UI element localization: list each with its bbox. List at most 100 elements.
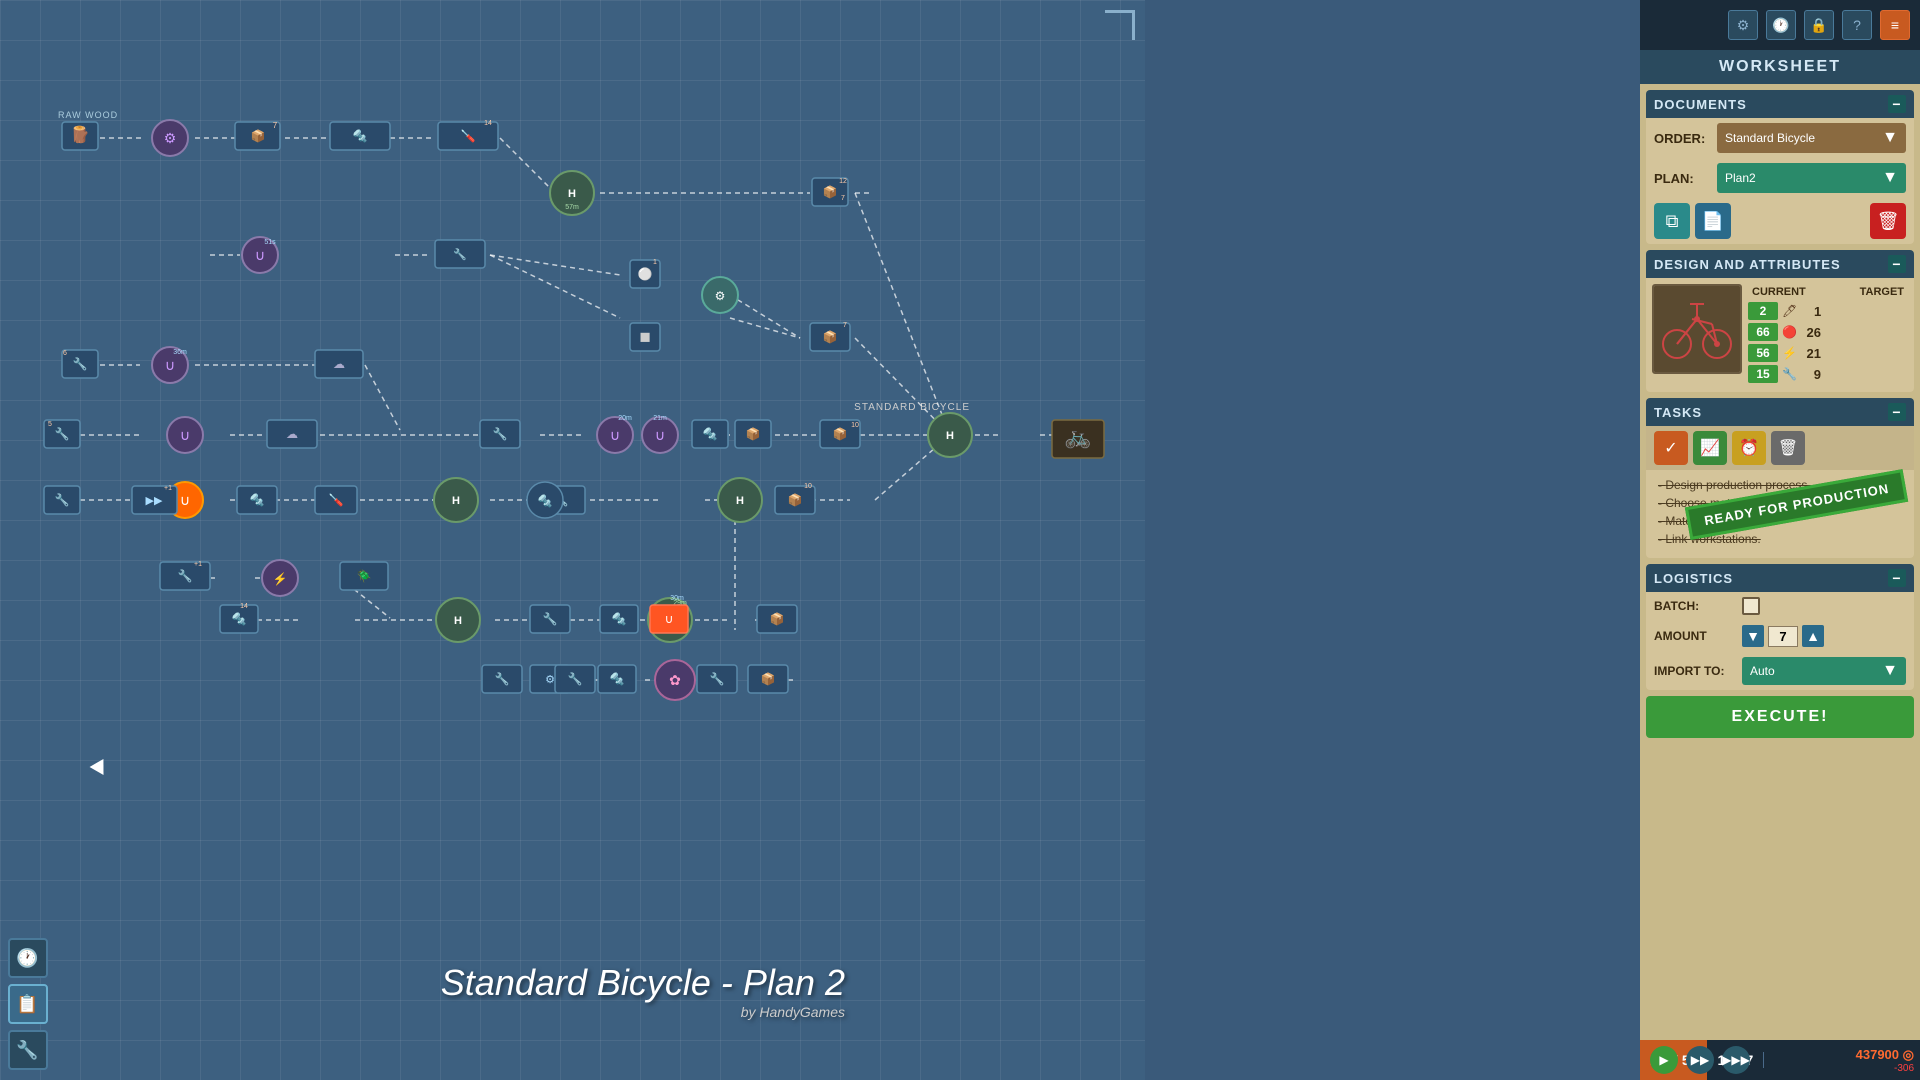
task-tab-trash[interactable]: 🗑 (1771, 431, 1805, 465)
task-tab-chart[interactable]: 📈 (1693, 431, 1727, 465)
svg-text:7: 7 (273, 121, 278, 130)
batch-label: BATCH: (1654, 599, 1734, 613)
target-col-label: TARGET (1860, 286, 1904, 298)
svg-text:H: H (736, 495, 744, 507)
svg-text:∪: ∪ (655, 427, 665, 443)
logistics-title: LOGISTICS (1654, 571, 1733, 586)
svg-text:14: 14 (484, 120, 492, 127)
clock-icon[interactable]: 🕐 (1766, 10, 1796, 40)
stat-current-2: 56 (1748, 344, 1778, 362)
svg-text:📦: 📦 (833, 427, 848, 441)
task-tab-check[interactable]: ✓ (1654, 431, 1688, 465)
design-title: DESIGN AND ATTRIBUTES (1654, 257, 1841, 272)
design-collapse-btn[interactable]: − (1888, 255, 1906, 273)
import-arrow-icon: ▼ (1882, 662, 1898, 680)
svg-text:📦: 📦 (770, 612, 785, 626)
plan-dropdown[interactable]: Plan2 ▼ (1717, 163, 1906, 193)
stat-current-1: 66 (1748, 323, 1778, 341)
svg-text:H: H (454, 615, 462, 627)
help-icon[interactable]: ? (1842, 10, 1872, 40)
doc-delete-btn[interactable]: 🗑 (1870, 203, 1906, 239)
amount-row: AMOUNT ▼ 7 ▲ (1646, 620, 1914, 652)
svg-text:⚙: ⚙ (164, 130, 177, 146)
sidebar-clipboard-icon[interactable]: 📋 (8, 984, 48, 1024)
plan-label: Standard Bicycle - Plan 2 by HandyGames (441, 962, 845, 1020)
batch-checkbox[interactable] (1742, 597, 1760, 615)
amount-decrease-btn[interactable]: ▼ (1742, 625, 1764, 647)
svg-text:🔩: 🔩 (612, 612, 627, 626)
current-col-label: CURRENT (1752, 286, 1806, 298)
settings-icon[interactable]: ⚙ (1728, 10, 1758, 40)
svg-text:⚡: ⚡ (273, 572, 288, 586)
doc-import-btn[interactable]: 📄 (1695, 203, 1731, 239)
documents-header: DOCUMENTS − (1646, 90, 1914, 118)
stat-icon-1: 🔴 (1782, 325, 1797, 339)
doc-actions: ⧉ 📄 🗑 (1646, 198, 1914, 244)
svg-text:🔧: 🔧 (543, 611, 558, 626)
svg-text:🔩: 🔩 (353, 129, 368, 143)
amount-label: AMOUNT (1654, 629, 1734, 643)
documents-title: DOCUMENTS (1654, 97, 1747, 112)
svg-text:🔧: 🔧 (495, 671, 510, 686)
process-flow-svg: H 57m H H H H ⚙ ∪ 51s ∪ 36m ∪ ∪ 20m ∪ ⚡ … (0, 0, 1145, 1080)
order-label: ORDER: (1654, 131, 1709, 146)
svg-text:✿: ✿ (669, 672, 681, 688)
svg-text:🪲: 🪲 (357, 569, 372, 583)
svg-text:7: 7 (841, 195, 845, 202)
svg-text:🪛: 🪛 (329, 493, 344, 507)
stat-row-0: 2 🖊 1 (1748, 302, 1908, 320)
plan-field-label: PLAN: (1654, 171, 1709, 186)
documents-collapse-btn[interactable]: − (1888, 95, 1906, 113)
import-dropdown[interactable]: Auto ▼ (1742, 657, 1906, 685)
design-content: CURRENT TARGET 2 🖊 1 66 🔴 26 56 (1646, 278, 1914, 392)
logistics-collapse-btn[interactable]: − (1888, 569, 1906, 587)
svg-text:14: 14 (240, 603, 248, 610)
amount-control: ▼ 7 ▲ (1742, 625, 1824, 647)
stat-row-1: 66 🔴 26 (1748, 323, 1908, 341)
sidebar-clock-icon[interactable]: 🕐 (8, 938, 48, 978)
amount-value: 7 (1768, 626, 1798, 647)
task-tabs: ✓ 📈 ⏰ 🗑 (1646, 426, 1914, 470)
svg-text:H: H (452, 495, 460, 507)
svg-text:∪: ∪ (180, 492, 190, 508)
svg-text:🪛: 🪛 (461, 129, 476, 143)
skip-forward-btn[interactable]: ▶▶▶ (1722, 1046, 1750, 1074)
menu-icon[interactable]: ≡ (1880, 10, 1910, 40)
doc-copy-btn[interactable]: ⧉ (1654, 203, 1690, 239)
money-change: -306 (1764, 1063, 1914, 1074)
design-image (1652, 284, 1742, 374)
svg-text:7: 7 (843, 322, 847, 329)
tasks-header: TASKS − (1646, 398, 1914, 426)
sidebar-tool-icon[interactable]: 🔧 (8, 1030, 48, 1070)
lock-icon[interactable]: 🔒 (1804, 10, 1834, 40)
fast-forward-btn[interactable]: ▶▶ (1686, 1046, 1714, 1074)
design-header: DESIGN AND ATTRIBUTES − (1646, 250, 1914, 278)
std-bicycle-label: STANDARD BICYCLE (854, 402, 970, 413)
order-dropdown[interactable]: Standard Bicycle ▼ (1717, 123, 1906, 153)
svg-text:▶▶: ▶▶ (146, 495, 163, 507)
svg-text:∪: ∪ (610, 427, 620, 443)
play-btn[interactable]: ▶ (1650, 1046, 1678, 1074)
logistics-header: LOGISTICS − (1646, 564, 1914, 592)
svg-text:29m: 29m (673, 600, 687, 607)
stat-row-2: 56 ⚡ 21 (1748, 344, 1908, 362)
svg-text:🪵: 🪵 (70, 125, 90, 144)
execute-button[interactable]: EXECUTE! (1646, 696, 1914, 738)
svg-text:12: 12 (839, 178, 847, 185)
left-sidebar: 🕐 📋 🔧 (0, 880, 55, 1080)
svg-text:🔧: 🔧 (710, 671, 725, 686)
tasks-collapse-btn[interactable]: − (1888, 403, 1906, 421)
money-value: 437900 (1856, 1047, 1899, 1062)
main-canvas[interactable]: RAW WOOD STANDARD BICYCLE (0, 0, 1145, 1080)
svg-text:🔩: 🔩 (610, 672, 625, 686)
svg-text:🔩: 🔩 (703, 427, 718, 441)
status-bar: DAY 51 12:47 437900 ◎ -306 (1640, 1040, 1920, 1080)
svg-text:H: H (666, 615, 674, 627)
svg-text:H: H (946, 430, 954, 442)
batch-row: BATCH: (1646, 592, 1914, 620)
stat-current-0: 2 (1748, 302, 1778, 320)
plan-title: Standard Bicycle - Plan 2 (441, 962, 845, 1003)
task-tab-clock[interactable]: ⏰ (1732, 431, 1766, 465)
amount-increase-btn[interactable]: ▲ (1802, 625, 1824, 647)
order-row: ORDER: Standard Bicycle ▼ (1646, 118, 1914, 158)
